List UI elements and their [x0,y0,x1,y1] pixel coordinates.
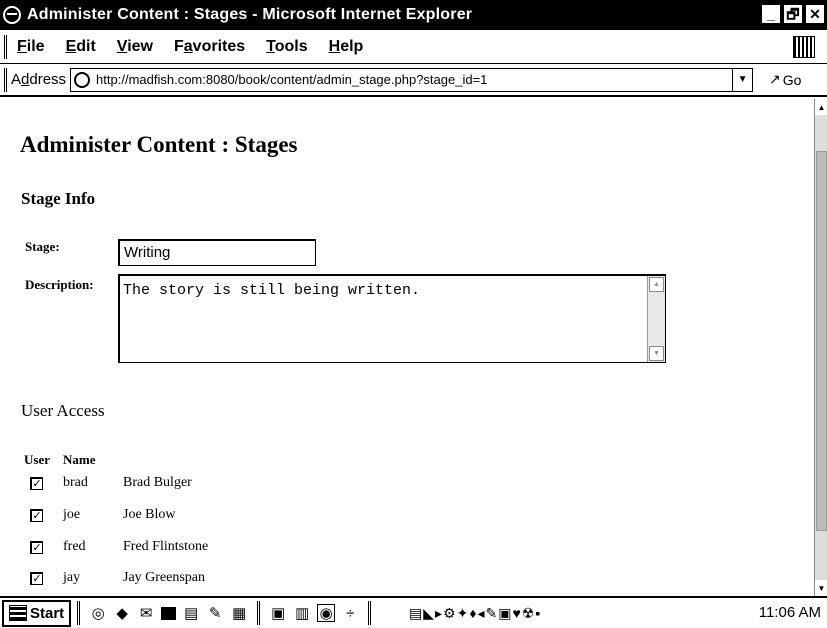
textarea-scrollbar[interactable]: ▲ ▼ [647,276,665,362]
taskbar-divider [257,601,261,625]
checkbox-jay[interactable]: ✓ [30,572,43,585]
network-icon[interactable]: ÷ [341,604,359,622]
close-button[interactable]: ✕ [805,4,825,24]
scroll-up-icon[interactable]: ▲ [815,99,827,115]
scroll-down-icon[interactable]: ▼ [649,346,664,361]
stage-info-heading: Stage Info [21,189,96,208]
go-button[interactable]: ↗ Go [769,71,801,88]
calc-icon[interactable]: ▦ [230,604,248,622]
name-cell: Jay Greenspan [123,570,206,585]
toolbar-grip[interactable] [4,67,7,92]
address-input[interactable]: http://madfish.com:8080/book/content/adm… [70,67,754,92]
menu-favorites[interactable]: Favorites [174,38,245,56]
clock: 11:06 AM [758,604,821,621]
taskbar-divider [368,601,372,625]
paint-icon[interactable]: ✎ [206,604,224,622]
menu-help[interactable]: Help [329,38,364,56]
table-row: ✓ brad Brad Bulger [0,473,400,495]
media-icon[interactable]: ◆ [113,604,131,622]
start-button[interactable]: Start [2,599,72,627]
minimize-button[interactable]: _ [761,4,781,24]
restore-button[interactable]: 🗗 [783,4,803,24]
menu-tools[interactable]: Tools [266,38,307,56]
chevron-down-icon[interactable]: ▼ [732,68,752,91]
description-textarea[interactable]: The story is still being written. ▲ ▼ [118,274,666,363]
explorer-icon[interactable]: ▥ [293,604,311,622]
page-scrollbar[interactable]: ▲ ▼ [814,99,827,596]
window-controls: _ 🗗 ✕ [761,4,825,24]
windows-flag-icon [793,36,815,58]
scroll-down-icon[interactable]: ▼ [815,580,827,596]
address-label: Address [11,71,67,88]
table-row: ✓ joe Joe Blow [0,505,400,527]
menu-bar: File Edit View Favorites Tools Help [0,30,827,64]
stage-label: Stage: [25,239,60,254]
description-label: Description: [25,277,94,292]
doc-icon[interactable]: ▣ [269,604,287,622]
user-cell: joe [63,507,81,522]
taskbar-divider [77,601,81,625]
tray-icons[interactable]: ▤◣▸⚙✦♦◂✎▣♥☢▪ [380,604,570,622]
description-text[interactable]: The story is still being written. [123,282,420,299]
user-cell: fred [63,539,86,554]
address-bar: Address http://madfish.com:8080/book/con… [0,64,827,97]
column-header-user: User [24,452,50,467]
table-row: ✓ fred Fred Flintstone [0,537,400,559]
scroll-up-icon[interactable]: ▲ [649,277,664,292]
title-bar: Administer Content : Stages - Microsoft … [0,0,827,30]
ie-logo-icon [3,6,21,24]
page-title: Administer Content : Stages [20,132,298,157]
table-row: ✓ jay Jay Greenspan [0,568,400,590]
taskbar: Start ◎ ◆ ✉ ▤ ✎ ▦ ▣ ▥ ◉ ÷ ▤◣▸⚙✦♦◂✎▣♥☢▪ 1… [0,596,827,628]
address-url[interactable]: http://madfish.com:8080/book/content/adm… [96,72,487,87]
user-cell: jay [63,570,81,585]
windows-logo-icon [9,605,27,621]
scroll-thumb[interactable] [816,151,827,531]
folder-icon[interactable]: ▤ [182,604,200,622]
window-title: Administer Content : Stages - Microsoft … [27,6,473,23]
page-icon [74,71,91,88]
column-header-name: Name [63,452,96,467]
menu-file[interactable]: File [17,38,45,56]
page-content: Administer Content : Stages Stage Info S… [0,99,814,596]
user-cell: brad [63,475,88,490]
menu-edit[interactable]: Edit [66,38,96,56]
desktop-icon[interactable] [161,606,177,620]
name-cell: Fred Flintstone [123,539,209,554]
checkbox-fred[interactable]: ✓ [30,541,43,554]
menu-view[interactable]: View [117,38,153,56]
name-cell: Joe Blow [123,507,176,522]
ie-active-icon[interactable]: ◉ [317,604,336,622]
checkbox-brad[interactable]: ✓ [30,477,43,490]
user-access-heading: User Access [21,401,105,420]
name-cell: Brad Bulger [123,475,192,490]
outlook-icon[interactable]: ✉ [137,604,155,622]
checkbox-joe[interactable]: ✓ [30,509,43,522]
ie-icon[interactable]: ◎ [89,604,107,622]
go-arrow-icon: ↗ [769,71,781,87]
stage-input[interactable]: Writing [118,239,316,266]
toolbar-grip[interactable] [4,34,7,59]
